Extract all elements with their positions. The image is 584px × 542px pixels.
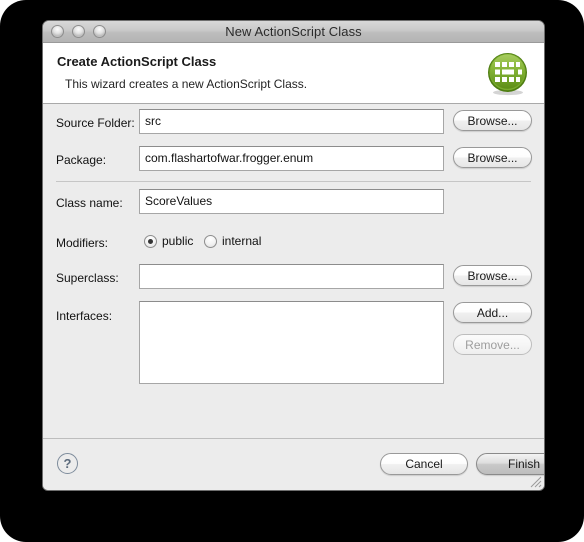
close-button[interactable] <box>51 25 64 38</box>
superclass-label: Superclass: <box>56 271 119 285</box>
package-label: Package: <box>56 153 107 167</box>
form-separator-1 <box>56 181 531 182</box>
modifier-radio-internal[interactable]: internal <box>204 234 261 248</box>
window-titlebar[interactable]: New ActionScript Class <box>43 21 544 43</box>
minimize-button[interactable] <box>72 25 85 38</box>
interfaces-label: Interfaces: <box>56 309 113 323</box>
interfaces-remove-button: Remove... <box>453 334 532 355</box>
wizard-header: Create ActionScript Class This wizard cr… <box>43 43 544 104</box>
source-folder-input[interactable]: src <box>139 109 444 134</box>
page-subtitle: This wizard creates a new ActionScript C… <box>65 77 308 91</box>
radio-internal-icon <box>204 234 217 248</box>
interfaces-list[interactable] <box>139 301 444 384</box>
source-folder-label: Source Folder: <box>56 116 135 130</box>
package-input[interactable]: com.flashartofwar.frogger.enum <box>139 146 444 171</box>
interfaces-add-button[interactable]: Add... <box>453 302 532 323</box>
modifier-radio-public[interactable]: public <box>144 234 193 248</box>
source-folder-browse-button[interactable]: Browse... <box>453 110 532 131</box>
modifier-internal-label: internal <box>222 234 262 248</box>
dialog-footer: ? Cancel Finish <box>43 438 544 490</box>
wizard-form: Source Folder: src Browse... Package: co… <box>43 104 544 438</box>
superclass-browse-button[interactable]: Browse... <box>453 265 532 286</box>
resize-grip[interactable] <box>529 475 542 488</box>
class-name-label: Class name: <box>56 196 123 210</box>
modifier-public-label: public <box>162 234 194 248</box>
zoom-button[interactable] <box>93 25 106 38</box>
window-controls <box>43 25 106 38</box>
radio-public-icon <box>144 234 157 248</box>
package-browse-button[interactable]: Browse... <box>453 147 532 168</box>
actionscript-class-icon <box>485 51 531 97</box>
new-actionscript-class-dialog: New ActionScript Class Create ActionScri… <box>42 20 545 491</box>
class-name-input[interactable]: ScoreValues <box>139 189 444 214</box>
page-title: Create ActionScript Class <box>57 54 217 69</box>
help-button[interactable]: ? <box>57 453 78 474</box>
finish-button[interactable]: Finish <box>476 453 544 475</box>
superclass-input[interactable] <box>139 264 444 289</box>
cancel-button[interactable]: Cancel <box>380 453 468 475</box>
window-title: New ActionScript Class <box>225 24 362 39</box>
modifiers-label: Modifiers: <box>56 236 109 250</box>
